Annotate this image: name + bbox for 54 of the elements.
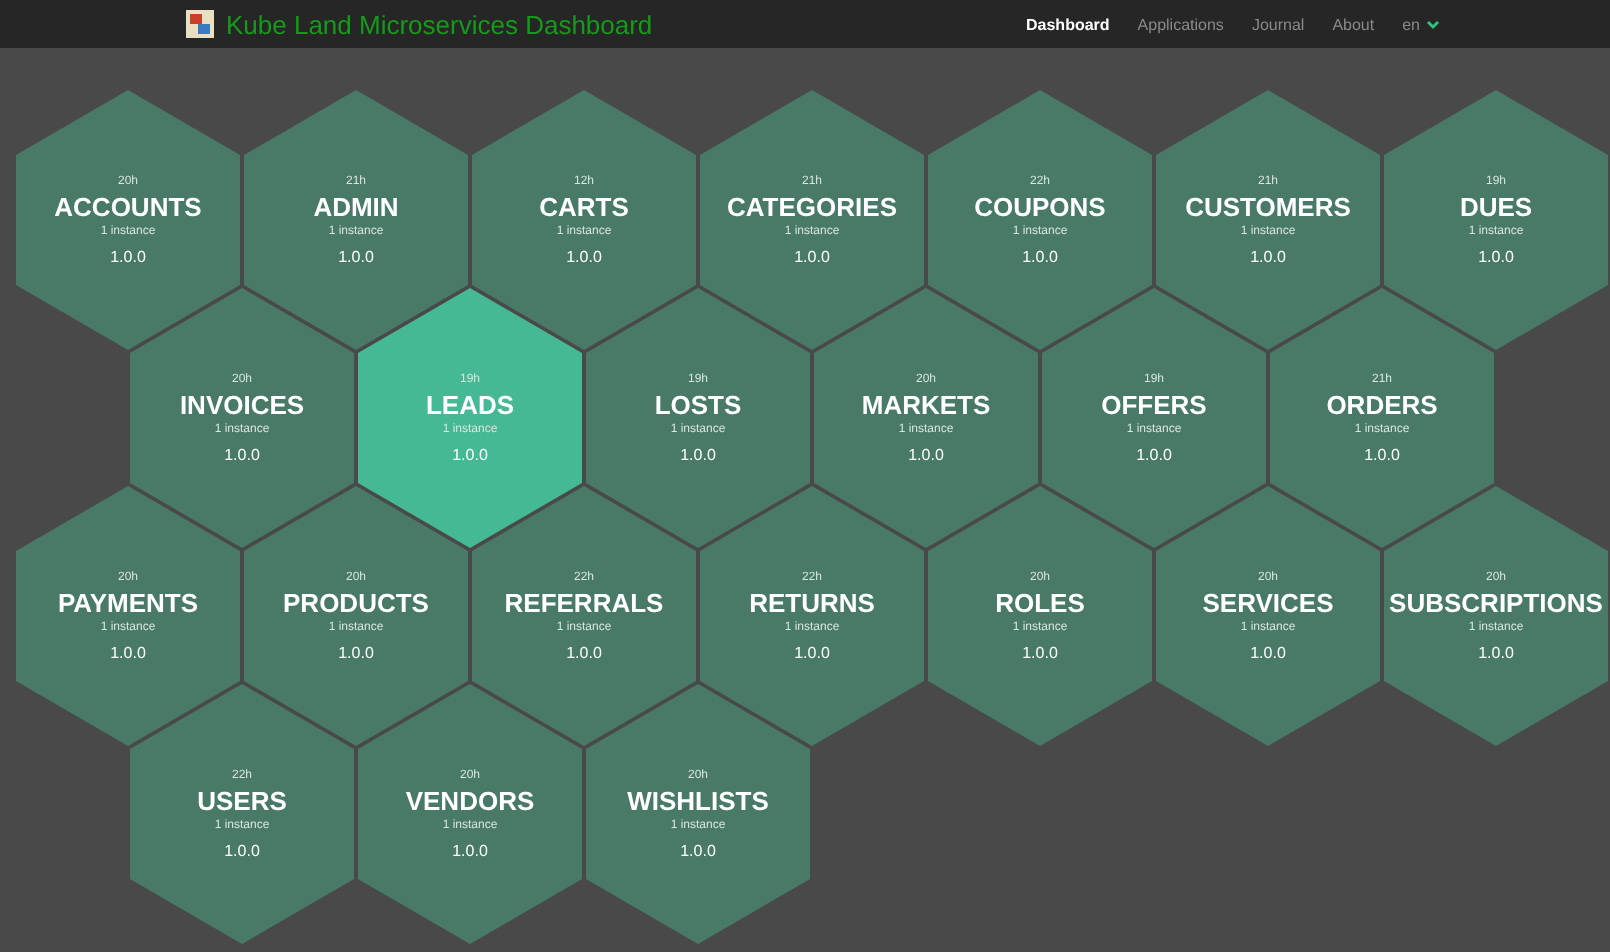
nav-link[interactable]: About xyxy=(1332,15,1375,33)
service-name: INVOICES xyxy=(179,389,305,419)
service-name: WISHLISTS xyxy=(627,785,769,815)
service-version: 1.0.0 xyxy=(1478,247,1514,265)
service-name: ACCOUNTS xyxy=(54,191,202,221)
service-version: 1.0.0 xyxy=(1022,247,1058,265)
service-name: PAYMENTS xyxy=(57,587,199,617)
service-version: 1.0.0 xyxy=(680,445,716,463)
service-version: 1.0.0 xyxy=(1136,445,1172,463)
service-name: LOSTS xyxy=(654,389,742,419)
service-version: 1.0.0 xyxy=(224,445,260,463)
service-name: DUES xyxy=(1459,191,1533,221)
logo-icon xyxy=(186,10,214,38)
service-version: 1.0.0 xyxy=(908,445,944,463)
nav-link[interactable]: Dashboard xyxy=(1026,15,1110,33)
service-name: VENDORS xyxy=(405,785,535,815)
service-name: OFFERS xyxy=(1101,389,1207,419)
service-name: USERS xyxy=(197,785,287,815)
service-version: 1.0.0 xyxy=(794,247,830,265)
service-name: RETURNS xyxy=(749,587,875,617)
service-version: 1.0.0 xyxy=(680,841,716,859)
service-version: 1.0.0 xyxy=(338,247,374,265)
service-version: 1.0.0 xyxy=(224,841,260,859)
nav-link[interactable]: Applications xyxy=(1137,15,1224,33)
service-name: LEADS xyxy=(425,389,515,419)
chevron-down-icon xyxy=(1426,19,1440,29)
service-version: 1.0.0 xyxy=(566,247,602,265)
service-version: 1.0.0 xyxy=(110,643,146,661)
service-version: 1.0.0 xyxy=(1022,643,1058,661)
service-name: PRODUCTS xyxy=(283,587,429,617)
service-version: 1.0.0 xyxy=(452,445,488,463)
service-version: 1.0.0 xyxy=(1478,643,1514,661)
service-name: CUSTOMERS xyxy=(1185,191,1351,221)
service-version: 1.0.0 xyxy=(452,841,488,859)
service-name: SUBSCRIPTIONS xyxy=(1389,587,1603,617)
service-version: 1.0.0 xyxy=(1250,247,1286,265)
service-version: 1.0.0 xyxy=(110,247,146,265)
app-title: Kube Land Microservices Dashboard xyxy=(226,9,653,39)
service-name: CATEGORIES xyxy=(727,191,897,221)
service-version: 1.0.0 xyxy=(794,643,830,661)
service-version: 1.0.0 xyxy=(1250,643,1286,661)
service-name: COUPONS xyxy=(974,191,1106,221)
service-version: 1.0.0 xyxy=(566,643,602,661)
service-name: MARKETS xyxy=(861,389,991,419)
nav-link[interactable]: Journal xyxy=(1251,15,1305,33)
service-name: SERVICES xyxy=(1202,587,1334,617)
language-dropdown[interactable]: en xyxy=(1402,15,1440,33)
service-name: ROLES xyxy=(995,587,1085,617)
service-name: ORDERS xyxy=(1326,389,1438,419)
service-version: 1.0.0 xyxy=(338,643,374,661)
service-name: CARTS xyxy=(539,191,629,221)
service-name: REFERRALS xyxy=(504,587,664,617)
service-name: ADMIN xyxy=(313,191,399,221)
service-version: 1.0.0 xyxy=(1364,445,1400,463)
